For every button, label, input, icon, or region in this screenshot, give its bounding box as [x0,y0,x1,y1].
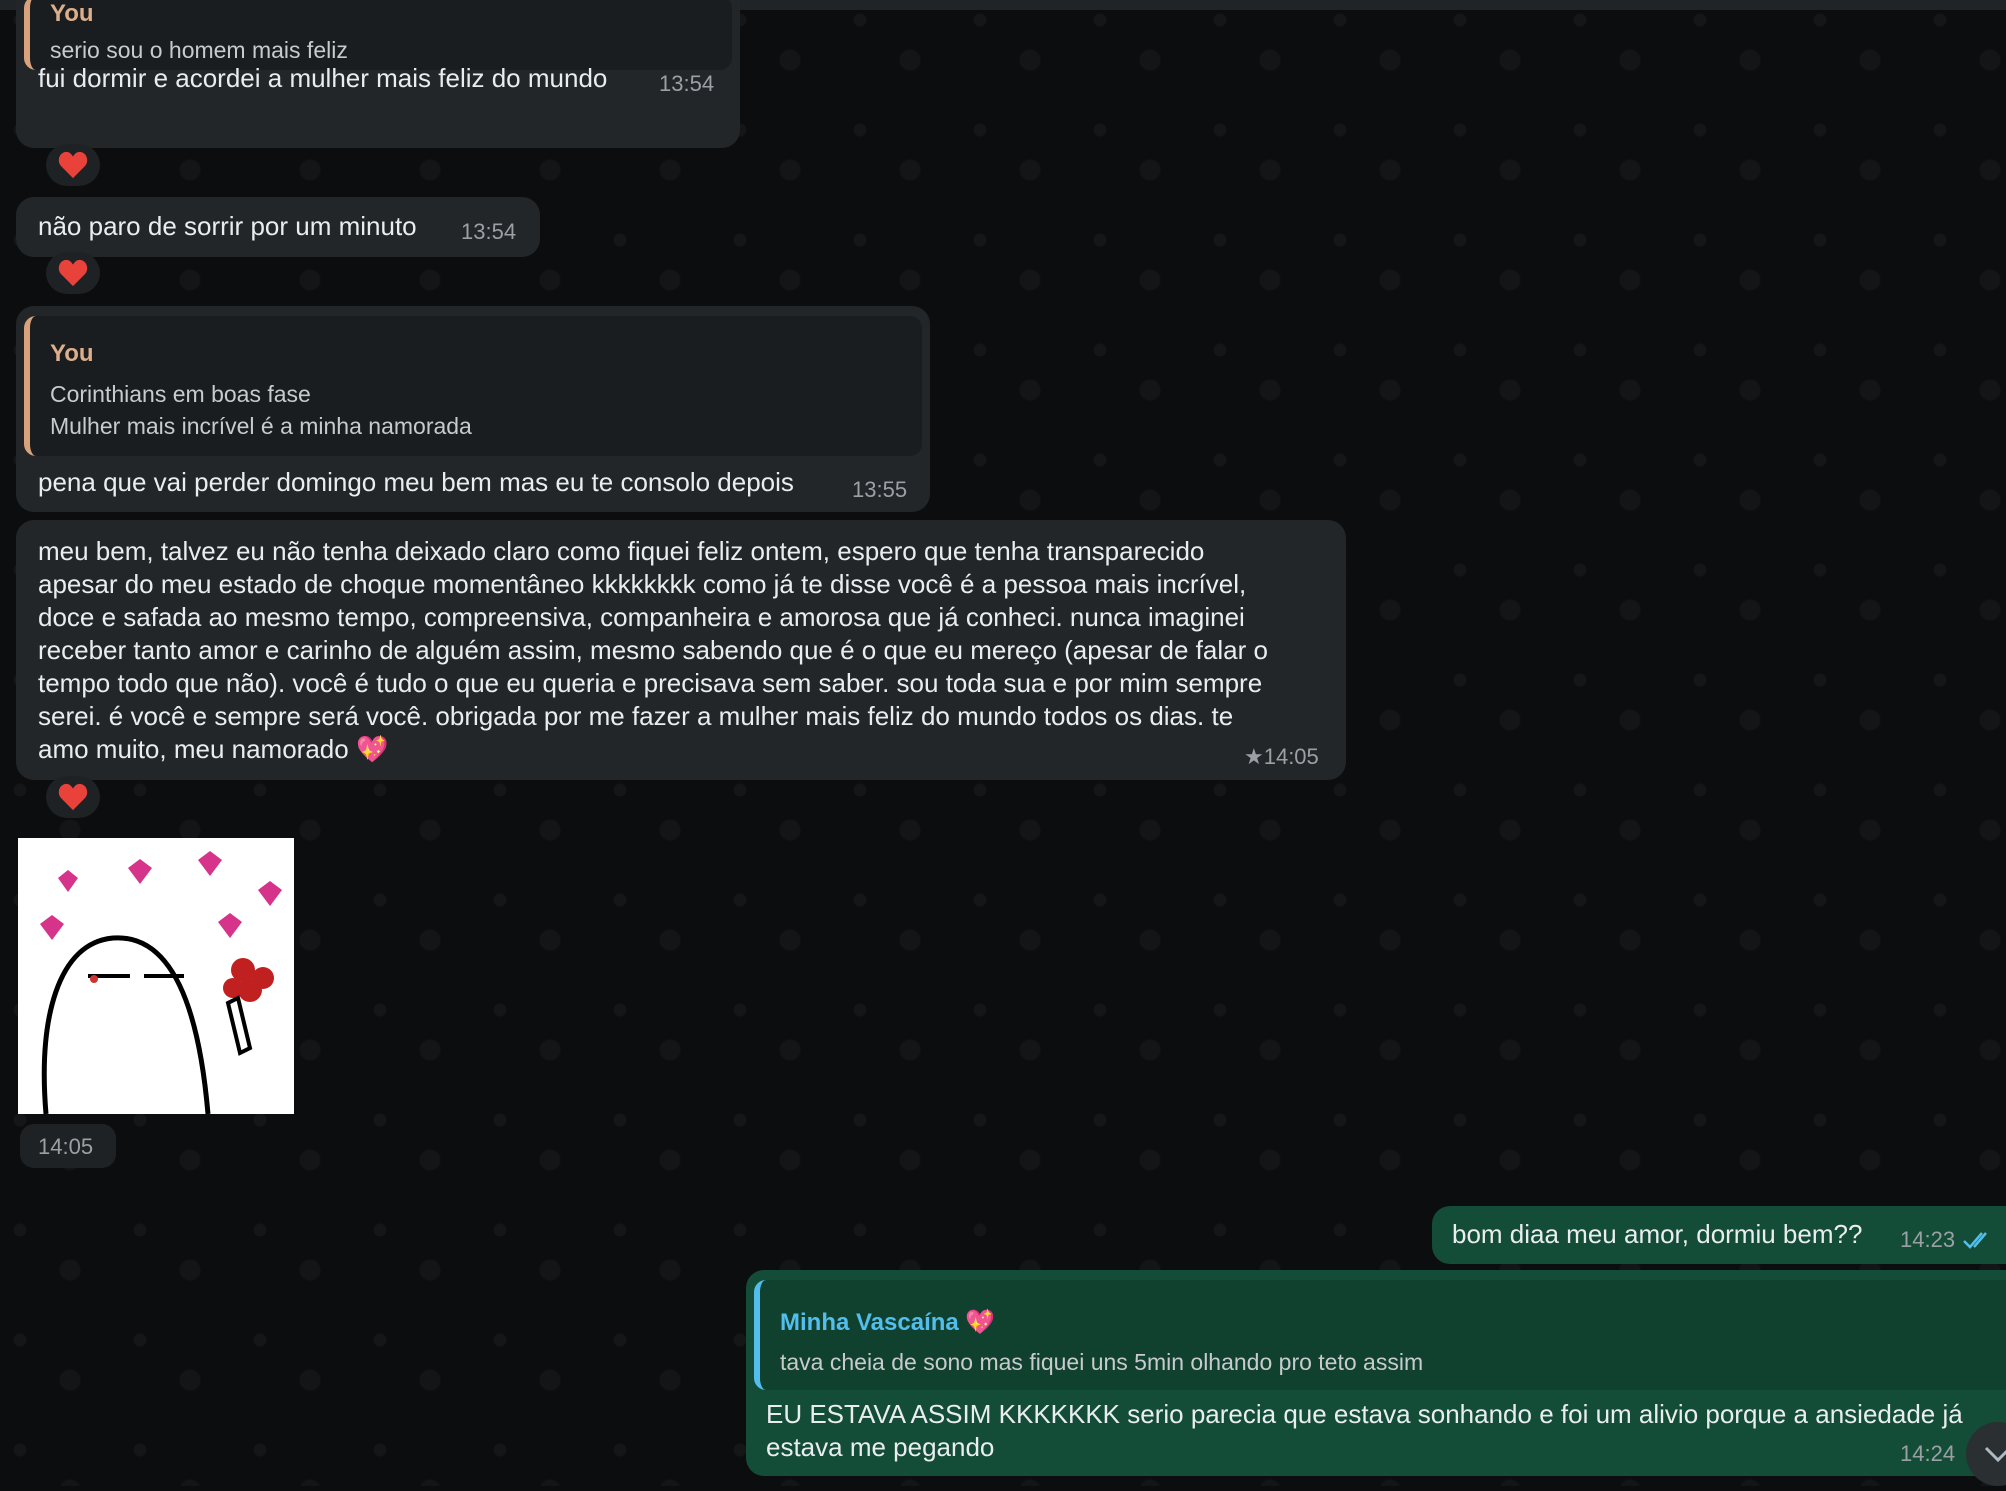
quoted-message[interactable]: Minha Vascaína 💖 tava cheia de sono mas … [754,1280,2006,1390]
message-bubble-incoming[interactable]: não paro de sorrir por um minuto 13:54 [16,197,540,257]
message-text: EU ESTAVA ASSIM KKKKKKK serio parecia qu… [766,1399,1963,1462]
message-text: meu bem, talvez eu não tenha deixado cla… [38,535,1268,766]
message-text: pena que vai perder domingo meu bem mas … [38,467,794,497]
sparkling-heart-emoji: 💖 [355,734,389,764]
message-time: 13:55 [852,477,908,502]
message-bubble-outgoing[interactable]: bom diaa meu amor, dormiu bem?? 14:23 [1432,1206,2006,1264]
chevron-down-icon [1984,1446,2006,1463]
quote-author: You [50,340,94,367]
quote-text: tava cheia de sono mas fiquei uns 5min o… [780,1349,1424,1375]
message-bubble-incoming[interactable]: You serio sou o homem mais feliz fui dor… [16,0,740,148]
message-bubble-outgoing[interactable]: Minha Vascaína 💖 tava cheia de sono mas … [746,1270,2006,1476]
quoted-message[interactable]: You serio sou o homem mais feliz [24,0,732,70]
message-bubble-incoming[interactable]: meu bem, talvez eu não tenha deixado cla… [16,520,1346,780]
sticker-time-pill: 14:05 [20,1124,116,1168]
message-text-body: meu bem, talvez eu não tenha deixado cla… [38,536,1268,764]
message-time: 14:23 [1900,1227,1956,1252]
message-text: bom diaa meu amor, dormiu bem?? [1452,1219,1863,1249]
heart-icon [58,151,88,179]
message-text: fui dormir e acordei a mulher mais feliz… [38,63,608,93]
quote-author: Minha Vascaína 💖 [780,1309,996,1336]
message-bubble-incoming[interactable]: You Corinthians em boas fase Mulher mais… [16,306,930,512]
message-time-starred: ★14:05 [1244,744,1319,769]
message-time: 14:24 [1900,1441,1956,1466]
quote-author: You [50,0,94,27]
message-time: 14:05 [38,1134,94,1159]
reaction-heart[interactable] [46,252,100,294]
reaction-heart[interactable] [46,144,100,186]
message-text: não paro de sorrir por um minuto [38,211,417,241]
quoted-message[interactable]: You Corinthians em boas fase Mulher mais… [24,316,922,456]
sticker-drawing [40,851,282,1115]
sticker-image[interactable] [18,838,294,1115]
heart-icon [58,783,88,811]
quote-text: Corinthians em boas fase Mulher mais inc… [50,381,472,439]
message-time: 13:54 [461,219,517,244]
double-check-icon [1963,1232,1987,1249]
scroll-to-bottom-button[interactable] [1966,1422,2006,1486]
reaction-heart[interactable] [46,776,100,818]
heart-icon [58,259,88,287]
message-time: 13:54 [659,71,715,96]
